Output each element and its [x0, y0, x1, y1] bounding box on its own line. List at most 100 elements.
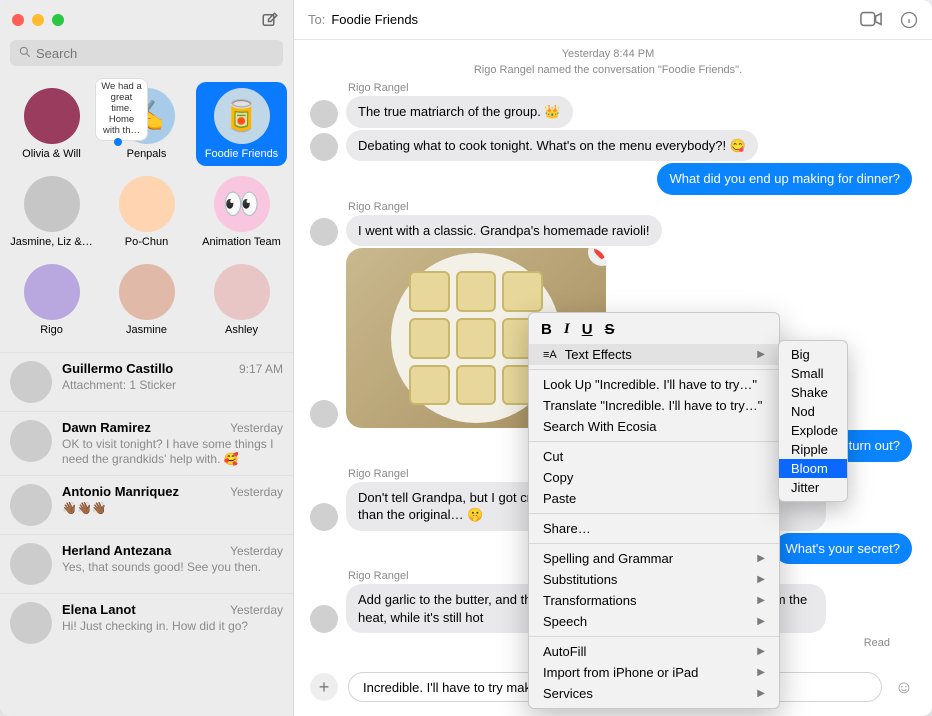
conversation-row[interactable]: Elena Lanot Yesterday Hi! Just checking … — [0, 593, 293, 652]
submenu-item[interactable]: Shake — [779, 383, 847, 402]
pinned-conversation[interactable]: 🥫 Foodie Friends — [196, 82, 287, 166]
bold-button[interactable]: B — [541, 321, 552, 338]
underline-button[interactable]: U — [582, 321, 593, 338]
menu-substitutions[interactable]: Substitutions▶ — [529, 569, 779, 590]
conversation-row[interactable]: Guillermo Castillo 9:17 AM Attachment: 1… — [0, 352, 293, 411]
menu-paste[interactable]: Paste — [529, 488, 779, 509]
pinned-conversation[interactable]: Po-Chun — [101, 170, 192, 254]
menu-label: Substitutions — [543, 572, 617, 587]
avatar — [24, 88, 80, 144]
sender-label: Rigo Rangel — [348, 82, 912, 94]
submenu-item[interactable]: Nod — [779, 402, 847, 421]
conversation-row[interactable]: Herland Antezana Yesterday Yes, that sou… — [0, 534, 293, 593]
menu-cut[interactable]: Cut — [529, 446, 779, 467]
conversation-title: Foodie Friends — [331, 12, 418, 27]
message-bubble[interactable]: I went with a classic. Grandpa's homemad… — [346, 215, 662, 247]
message-bubble[interactable]: The true matriarch of the group. 👑 — [346, 96, 573, 128]
submenu-item[interactable]: Big — [779, 345, 847, 364]
reaction-badge[interactable]: ❤️ — [588, 248, 606, 266]
menu-label: Cut — [543, 449, 563, 464]
text-effects-icon: ≡A — [543, 349, 557, 361]
menu-speech[interactable]: Speech▶ — [529, 611, 779, 632]
menu-lookup[interactable]: Look Up "Incredible. I'll have to try…" — [529, 374, 779, 395]
menu-spelling[interactable]: Spelling and Grammar▶ — [529, 548, 779, 569]
conversation-header: To: Foodie Friends — [294, 0, 932, 40]
conversation-preview: Hi! Just checking in. How did it go? — [62, 619, 283, 634]
conversation-name: Herland Antezana — [62, 543, 171, 558]
chevron-right-icon: ▶ — [757, 667, 765, 678]
avatar — [24, 176, 80, 232]
compose-button[interactable] — [259, 9, 281, 31]
chevron-right-icon: ▶ — [757, 688, 765, 699]
submenu-item[interactable]: Small — [779, 364, 847, 383]
pin-label: Po-Chun — [125, 236, 168, 248]
menu-share[interactable]: Share… — [529, 518, 779, 539]
conversation-time: Yesterday — [230, 544, 283, 558]
conversation-row[interactable]: Antonio Manriquez Yesterday 👋🏾👋🏾👋🏾 — [0, 475, 293, 534]
avatar — [10, 543, 52, 585]
message-bubble[interactable]: What's your secret? — [774, 533, 912, 565]
menu-label: Paste — [543, 491, 576, 506]
pinned-conversation[interactable]: Ashley — [196, 258, 287, 342]
unread-indicator — [114, 138, 122, 146]
pinned-conversation[interactable]: Jasmine — [101, 258, 192, 342]
avatar — [119, 264, 175, 320]
pinned-conversation[interactable]: Rigo — [6, 258, 97, 342]
conversation-name: Antonio Manriquez — [62, 484, 179, 499]
search-input[interactable] — [10, 40, 283, 66]
apps-button[interactable]: + — [310, 673, 338, 701]
pinned-conversation[interactable]: We had a great time. Home with th…✍️Penp… — [101, 82, 192, 166]
pinned-conversation[interactable]: Jasmine, Liz &… — [6, 170, 97, 254]
menu-import-ios[interactable]: Import from iPhone or iPad ▶ — [529, 662, 779, 683]
avatar — [310, 400, 338, 428]
menu-label: Look Up "Incredible. I'll have to try…" — [543, 377, 757, 392]
fullscreen-window-button[interactable] — [52, 14, 64, 26]
menu-services[interactable]: Services ▶ — [529, 683, 779, 704]
to-label: To: — [308, 12, 325, 27]
message-bubble[interactable]: Debating what to cook tonight. What's on… — [346, 130, 758, 162]
menu-copy[interactable]: Copy — [529, 467, 779, 488]
avatar — [10, 420, 52, 462]
strike-button[interactable]: S — [605, 321, 615, 338]
conversation-preview: Yes, that sounds good! See you then. — [62, 560, 283, 575]
window-controls — [12, 14, 64, 26]
info-button[interactable] — [900, 11, 918, 29]
submenu-item[interactable]: Ripple — [779, 440, 847, 459]
italic-button[interactable]: I — [564, 321, 570, 338]
avatar: 🥫 — [214, 88, 270, 144]
pinned-conversation[interactable]: 👀Animation Team — [196, 170, 287, 254]
avatar — [10, 361, 52, 403]
avatar — [10, 602, 52, 644]
submenu-item[interactable]: Jitter — [779, 478, 847, 497]
message-row: Debating what to cook tonight. What's on… — [304, 130, 912, 162]
sidebar: Olivia & WillWe had a great time. Home w… — [0, 0, 294, 716]
conversation-preview: OK to visit tonight? I have some things … — [62, 437, 283, 467]
menu-transformations[interactable]: Transformations▶ — [529, 590, 779, 611]
submenu-item[interactable]: Explode — [779, 421, 847, 440]
menu-label: Import from iPhone or iPad — [543, 665, 698, 680]
menu-label: Text Effects — [565, 347, 632, 362]
menu-text-effects[interactable]: ≡A Text Effects ▶ — [529, 344, 779, 365]
conversation-preview: Attachment: 1 Sticker — [62, 378, 283, 393]
conversation-name: Dawn Ramirez — [62, 420, 151, 435]
avatar — [119, 176, 175, 232]
menu-translate[interactable]: Translate "Incredible. I'll have to try…… — [529, 395, 779, 416]
menu-autofill[interactable]: AutoFill▶ — [529, 641, 779, 662]
minimize-window-button[interactable] — [32, 14, 44, 26]
close-window-button[interactable] — [12, 14, 24, 26]
submenu-item[interactable]: Bloom — [779, 459, 847, 478]
conversation-row[interactable]: Dawn Ramirez Yesterday OK to visit tonig… — [0, 411, 293, 475]
pin-label: Foodie Friends — [205, 148, 278, 160]
facetime-button[interactable] — [860, 11, 882, 29]
menu-label: Services — [543, 686, 593, 701]
emoji-button[interactable]: ☺ — [892, 675, 916, 699]
pinned-conversation[interactable]: Olivia & Will — [6, 82, 97, 166]
menu-label: Copy — [543, 470, 573, 485]
conversation-list[interactable]: Guillermo Castillo 9:17 AM Attachment: 1… — [0, 352, 293, 716]
system-event-label: Rigo Rangel named the conversation "Food… — [304, 64, 912, 76]
search-field[interactable] — [10, 40, 283, 66]
menu-search-ecosia[interactable]: Search With Ecosia — [529, 416, 779, 437]
conversation-name: Guillermo Castillo — [62, 361, 173, 376]
message-bubble[interactable]: What did you end up making for dinner? — [657, 163, 912, 195]
format-row: B I U S — [529, 317, 779, 344]
